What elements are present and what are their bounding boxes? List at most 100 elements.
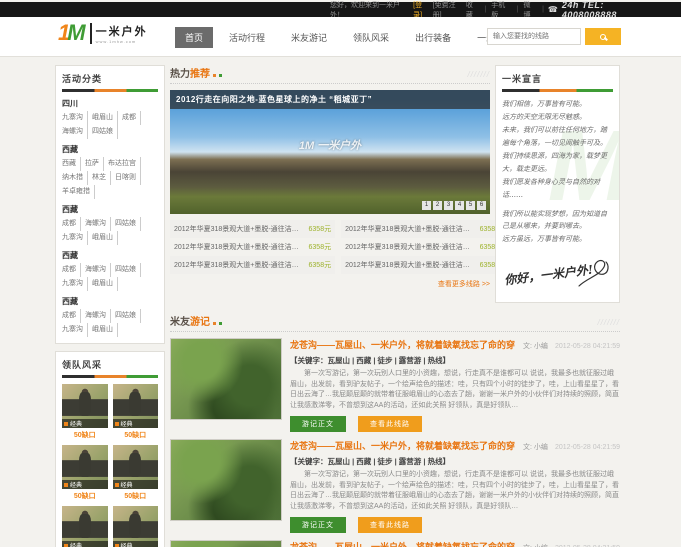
route-item[interactable]: 2012年华夏318景观大道+墨脱-通往洁净世... 6358元 [170, 238, 335, 256]
category-region: 西藏 [62, 251, 78, 260]
declaration-line: 我们愿发各种身心灵与自然的对话…… [502, 177, 600, 199]
leader-photo: 经典 [112, 384, 158, 428]
view-route-button[interactable]: 查看此线路 [358, 416, 422, 432]
read-diary-button[interactable]: 游记正文 [290, 517, 346, 533]
category-link[interactable]: 四姑娘 [115, 309, 141, 323]
carousel-caption: 2012行走在向阳之地-蓝色星球上的净土 “稻城亚丁” [170, 90, 490, 109]
category-link[interactable]: 成都 [62, 263, 81, 277]
hero-carousel[interactable]: 2012行走在向阳之地-蓝色星球上的净土 “稻城亚丁” 1M 一米户外 1 2 … [170, 90, 490, 214]
route-item[interactable]: 2012年华夏318景观大道+墨脱-通往洁净世... 6358元 [341, 238, 506, 256]
category-link[interactable]: 四姑娘 [92, 125, 118, 139]
category-links: 成都 海螺沟 四姑娘九寨沟 峨眉山 [62, 217, 158, 245]
carousel-pagination: 1 2 3 4 5 6 [422, 201, 486, 210]
leader-card[interactable]: 经典 50缺口 [62, 384, 108, 440]
leader-card[interactable]: 经典 50缺口 [112, 445, 158, 501]
logo-mark-icon: 1M [58, 20, 86, 45]
declaration-line: 远方的天空无限无尽魅惑。 [502, 112, 586, 121]
nav-item-gear[interactable]: 出行装备 [405, 27, 461, 48]
category-link[interactable]: 峨眉山 [92, 231, 118, 245]
post-author: 文: 小编 [523, 444, 548, 451]
category-link[interactable]: 九寨沟 [62, 111, 88, 125]
post-thumbnail[interactable] [170, 540, 282, 547]
leaders-box-title: 领队风采 [62, 360, 103, 370]
declaration-title: 一米宣言 [502, 74, 543, 84]
category-links: 成都 海螺沟 四姑娘九寨沟 峨眉山 [62, 263, 158, 291]
post-keywords: 【关键字：瓦屋山 | 西藏 | 徒步 | 露营游 | 热线】 [290, 457, 451, 466]
carousel-page-button[interactable]: 3 [444, 201, 453, 210]
route-item[interactable]: 2012年华夏318景观大道+墨脱-通往洁净世... 6358元 [170, 220, 336, 238]
category-link[interactable]: 四姑娘 [115, 263, 141, 277]
category-link[interactable]: 峨眉山 [92, 111, 118, 125]
diary-post: 龙苍沟——瓦屋山、一米户外，将就着缺氧找忘了命的穿 文: 小编 2012-05-… [170, 338, 620, 432]
slashes-decoration: /////// [597, 318, 620, 327]
category-link[interactable]: 海螺沟 [62, 125, 88, 139]
category-link[interactable]: 成都 [62, 217, 81, 231]
route-name: 2012年华夏318景观大道+墨脱-通往洁净世... [174, 226, 305, 233]
category-link[interactable]: 海螺沟 [85, 263, 111, 277]
category-link[interactable]: 拉萨 [85, 157, 104, 171]
route-item[interactable]: 2012年华夏318景观大道+墨脱-通往洁净世... 6358元 [341, 256, 507, 274]
carousel-page-button[interactable]: 1 [422, 201, 431, 210]
read-diary-button[interactable]: 游记正文 [290, 416, 346, 432]
category-link[interactable]: 峨眉山 [92, 277, 118, 291]
category-link[interactable]: 羊卓雍措 [62, 185, 95, 199]
category-link[interactable]: 林芝 [92, 171, 111, 185]
category-link[interactable]: 九寨沟 [62, 231, 88, 245]
category-link[interactable]: 峨眉山 [92, 323, 118, 337]
search-bar [487, 28, 621, 45]
post-author: 文: 小编 [523, 343, 548, 350]
nav-item-diaries[interactable]: 米友游记 [281, 27, 337, 48]
category-link[interactable]: 海螺沟 [85, 309, 111, 323]
carousel-page-button[interactable]: 2 [433, 201, 442, 210]
leader-card[interactable]: 经典 50缺口 [62, 506, 108, 547]
search-button[interactable] [585, 28, 621, 45]
hot-recommend-section: 热力 推荐 /////// 2012行走在向阳之地-蓝色星球上的净土 “稻城亚丁… [170, 65, 507, 289]
carousel-page-button[interactable]: 5 [466, 201, 475, 210]
view-route-button[interactable]: 查看此线路 [358, 517, 422, 533]
leader-photo: 经典 [62, 445, 108, 489]
category-link[interactable]: 海螺沟 [85, 217, 111, 231]
route-item[interactable]: 2012年华夏318景观大道+墨脱-通往洁净世... 6358元 [170, 256, 336, 274]
phone-icon: ☎ [547, 5, 558, 14]
category-link[interactable]: 成都 [62, 309, 81, 323]
nav-item-leaders[interactable]: 领队风采 [343, 27, 399, 48]
category-link[interactable]: 日喀则 [115, 171, 141, 185]
main-region: 热力 推荐 /////// 2012行走在向阳之地-蓝色星球上的净土 “稻城亚丁… [170, 65, 620, 547]
post-thumbnail[interactable] [170, 439, 282, 521]
route-item[interactable]: 2012年华夏318景观大道+墨脱-通往洁净世... 6358元 [341, 220, 507, 238]
category-link[interactable]: 九寨沟 [62, 323, 88, 337]
category-link[interactable]: 纳木措 [62, 171, 88, 185]
post-title-link[interactable]: 龙苍沟——瓦屋山、一米户外，将就着缺氧找忘了命的穿 [290, 338, 515, 351]
diary-section-header: 米友 游记 /////// [170, 313, 620, 332]
nav-item-trips[interactable]: 活动行程 [219, 27, 275, 48]
leader-badge: 经典 [62, 480, 108, 489]
carousel-page-button[interactable]: 6 [477, 201, 486, 210]
category-link[interactable]: 西藏 [62, 157, 81, 171]
category-link[interactable]: 布达拉宫 [108, 157, 141, 171]
route-price: 6358元 [308, 226, 332, 233]
signature-scribble-icon [578, 260, 609, 287]
leader-card[interactable]: 经典 50缺口 [62, 445, 108, 501]
title-stripe [502, 89, 613, 92]
post-thumbnail[interactable] [170, 338, 282, 420]
post-title-link[interactable]: 龙苍沟——瓦屋山、一米户外，将就着缺氧找忘了命的穿 [290, 439, 515, 452]
category-region: 西藏 [62, 297, 78, 306]
carousel-page-button[interactable]: 4 [455, 201, 464, 210]
leader-card[interactable]: 经典 50缺口 [112, 506, 158, 547]
dot-icon [213, 74, 216, 77]
nav-item-home[interactable]: 首页 [175, 26, 214, 48]
category-link[interactable]: 四姑娘 [115, 217, 141, 231]
post-excerpt: 第一次写游记，第一次玩别人口里的小资趣，想说，行走真不是谁都可以 说说，我最多也… [290, 370, 619, 409]
category-region: 西藏 [62, 145, 78, 154]
leader-card[interactable]: 经典 50缺口 [112, 384, 158, 440]
category-link[interactable]: 九寨沟 [62, 277, 88, 291]
logo-text: 一米户外 www.1mhw.com [89, 22, 148, 44]
search-input[interactable] [487, 28, 581, 45]
post-author: 文: 小编 [523, 543, 548, 547]
post-title-link[interactable]: 龙苍沟——瓦屋山、一米户外，将就着缺氧找忘了命的穿 [290, 540, 515, 547]
view-more-routes-link[interactable]: 查看更多线路 >> [170, 279, 490, 289]
declaration-line: 我们相信，万事皆有可能。 [502, 100, 586, 108]
declaration-box: M 一米宣言 我们相信，万事皆有可能。 远方的天空无限无尽魅惑。 未来，我们可以… [495, 65, 620, 303]
site-logo[interactable]: 1M 一米户外 www.1mhw.com [58, 22, 148, 44]
category-link[interactable]: 成都 [122, 111, 141, 125]
